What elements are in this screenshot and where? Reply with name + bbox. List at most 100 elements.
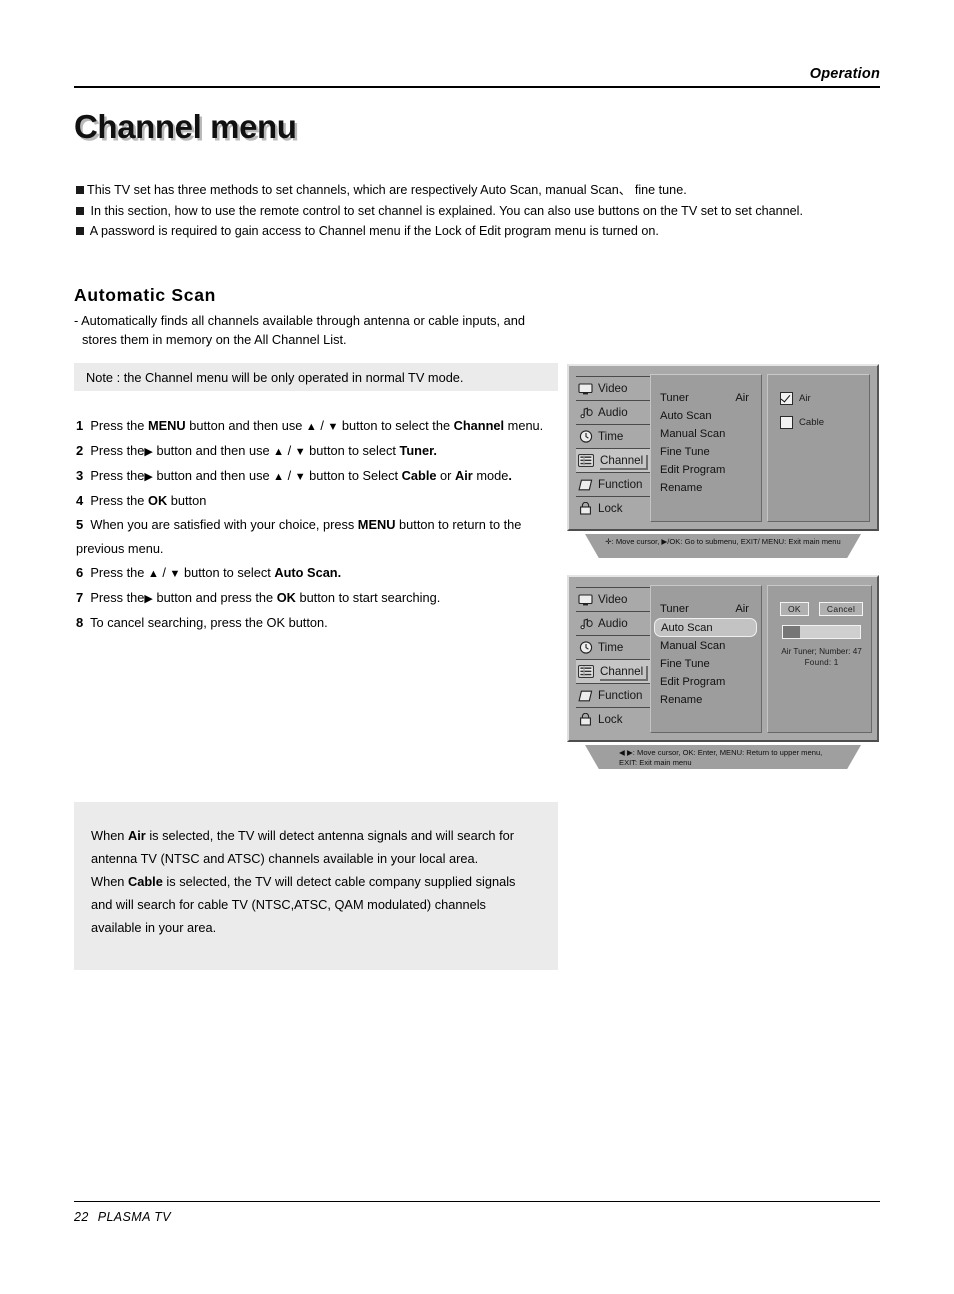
osd-nav-item-lock[interactable]: Lock	[576, 707, 650, 731]
osd-option-air[interactable]: Air	[780, 389, 861, 408]
osd-nav-label: Audio	[598, 617, 628, 630]
osd-nav-item-video[interactable]: Video	[576, 376, 650, 400]
step-item: 2 Press the▶ button and then use ▲ / ▼ b…	[76, 439, 556, 464]
footer-divider	[74, 1201, 880, 1203]
osd-menu-label: Tuner	[660, 392, 689, 404]
channel-list-icon	[577, 453, 594, 468]
section-heading: Automatic Scan	[74, 285, 217, 305]
explain-cable-keyword: Cable	[128, 874, 163, 889]
osd-options-panel: Air Cable	[767, 374, 870, 522]
osd-frame: Video Audio Time Channel Function Lock T…	[567, 575, 879, 742]
section-desc-line-1: - Automatically finds all channels avail…	[74, 313, 526, 328]
osd-nav-item-video[interactable]: Video	[576, 587, 650, 611]
clock-icon	[577, 429, 594, 444]
step-text: Press the▶ button and press the OK butto…	[90, 590, 441, 605]
explain-air-post: is selected, the TV will detect antenna …	[91, 828, 515, 866]
osd-menu-value: Air	[735, 603, 749, 615]
step-number: 7	[76, 590, 84, 605]
osd-menu-row-manual-scan[interactable]: Manual Scan	[660, 637, 761, 655]
step-text: Press the MENU button and then use ▲ / ▼…	[90, 418, 544, 433]
osd-nav-label: Audio	[598, 406, 628, 419]
step-item: 6 Press the ▲ / ▼ button to select Auto …	[76, 561, 556, 586]
step-number: 1	[76, 418, 84, 433]
osd-nav-label: Lock	[598, 502, 623, 515]
osd-menu-row-auto-scan[interactable]: Auto Scan	[660, 407, 761, 425]
osd-help-bar: ◀ ▶: Move cursor, OK: Enter, MENU: Retur…	[567, 745, 879, 769]
osd-help-bar: ✛: Move cursor, ▶/OK: Go to submenu, EXI…	[567, 534, 879, 558]
checkbox-checked-icon[interactable]	[780, 392, 793, 405]
osd-menu-label: Auto Scan	[661, 621, 713, 634]
step-number: 3	[76, 468, 84, 483]
step-text: To cancel searching, press the OK button…	[90, 615, 328, 630]
osd-nav-label: Video	[598, 593, 628, 606]
intro-bullet-2: In this section, how to use the remote c…	[76, 201, 816, 222]
scan-status: Air Tuner; Number: 47 Found: 1	[780, 646, 863, 668]
osd-menu-row-tuner[interactable]: Tuner Air	[660, 600, 761, 618]
osd-body: Video Audio Time Channel Function Lock T…	[576, 585, 873, 733]
osd-menu-row-tuner[interactable]: Tuner Air	[660, 389, 761, 407]
osd-menu-row-fine-tune[interactable]: Fine Tune	[660, 443, 761, 461]
osd-submenu-column: Tuner Air Auto Scan Manual Scan Fine Tun…	[650, 374, 762, 522]
osd-nav-item-function[interactable]: Function	[576, 683, 650, 707]
step-item: 5 When you are satisfied with your choic…	[76, 513, 556, 561]
osd-scan-buttons: OK Cancel	[780, 602, 864, 616]
osd-menu-row-edit-program[interactable]: Edit Program	[660, 673, 761, 691]
checkbox-unchecked-icon[interactable]	[780, 416, 793, 429]
ok-button[interactable]: OK	[780, 602, 809, 616]
step-item: 8 To cancel searching, press the OK butt…	[76, 611, 556, 635]
osd-menu-row-manual-scan[interactable]: Manual Scan	[660, 425, 761, 443]
cancel-button[interactable]: Cancel	[818, 602, 864, 616]
osd-menu-row-rename[interactable]: Rename	[660, 479, 761, 497]
osd-nav-item-time[interactable]: Time	[576, 424, 650, 448]
clock-icon	[577, 640, 594, 655]
osd-nav-column: Video Audio Time Channel Function Lock	[576, 374, 650, 522]
osd-nav-label: Channel	[598, 453, 647, 468]
step-text: Press the▶ button and then use ▲ / ▼ but…	[90, 468, 512, 483]
explain-air-pre: When	[91, 828, 128, 843]
intro-bullet-2-text: In this section, how to use the remote c…	[87, 203, 803, 218]
step-text: Press the▶ button and then use ▲ / ▼ but…	[90, 443, 437, 458]
osd-menu-label: Manual Scan	[660, 428, 726, 440]
osd-help-text: ◀ ▶: Move cursor, OK: Enter, MENU: Retur…	[567, 748, 879, 767]
explain-cable-pre: When	[91, 874, 128, 889]
osd-menu-row-rename[interactable]: Rename	[660, 691, 761, 709]
osd-nav-item-function[interactable]: Function	[576, 472, 650, 496]
osd-menu-row-fine-tune[interactable]: Fine Tune	[660, 655, 761, 673]
section-desc-line-2: stores them in memory on the All Channel…	[82, 332, 347, 347]
osd-option-cable[interactable]: Cable	[780, 413, 861, 432]
osd-nav-item-lock[interactable]: Lock	[576, 496, 650, 520]
osd-menu-value: Air	[735, 392, 749, 404]
note-text: Note : the Channel menu will be only ope…	[86, 369, 464, 385]
osd-nav-item-audio[interactable]: Audio	[576, 400, 650, 424]
explain-paragraph-air: When Air is selected, the TV will detect…	[91, 824, 540, 870]
osd-menu-label: Rename	[660, 694, 703, 706]
step-number: 8	[76, 615, 84, 630]
osd-help-line-2: EXIT: Exit main menu	[619, 757, 692, 767]
osd-nav-item-channel[interactable]: Channel	[576, 659, 650, 683]
step-item: 3 Press the▶ button and then use ▲ / ▼ b…	[76, 464, 556, 489]
step-item: 4 Press the OK button	[76, 489, 556, 513]
page-number: 22	[74, 1210, 89, 1224]
osd-nav-label: Channel	[598, 664, 647, 679]
intro-bullet-1-text: This TV set has three methods to set cha…	[87, 183, 687, 197]
osd-nav-label: Lock	[598, 713, 623, 726]
product-name: PLASMA TV	[97, 1210, 172, 1224]
osd-menu-row-edit-program[interactable]: Edit Program	[660, 461, 761, 479]
osd-nav-item-channel[interactable]: Channel	[576, 448, 650, 472]
channel-list-icon	[577, 664, 594, 679]
osd-menu-label: Fine Tune	[660, 446, 710, 458]
tv-osd-screenshot-1: Video Audio Time Channel Function Lock T…	[567, 364, 879, 558]
scan-progress-fill	[783, 626, 800, 638]
osd-nav-label: Function	[598, 689, 643, 702]
page-footer: 22 PLASMA TV	[74, 1210, 171, 1224]
square-bullet-icon	[76, 186, 84, 194]
osd-nav-item-audio[interactable]: Audio	[576, 611, 650, 635]
osd-menu-row-auto-scan[interactable]: Auto Scan	[654, 618, 757, 637]
scan-progress-bar	[782, 625, 862, 639]
osd-body: Video Audio Time Channel Function Lock T…	[576, 374, 870, 522]
header-divider	[74, 86, 880, 88]
osd-menu-label: Edit Program	[660, 676, 726, 688]
section-description: - Automatically finds all channels avail…	[74, 311, 594, 349]
osd-nav-item-time[interactable]: Time	[576, 635, 650, 659]
step-text: When you are satisfied with your choice,…	[76, 517, 522, 556]
